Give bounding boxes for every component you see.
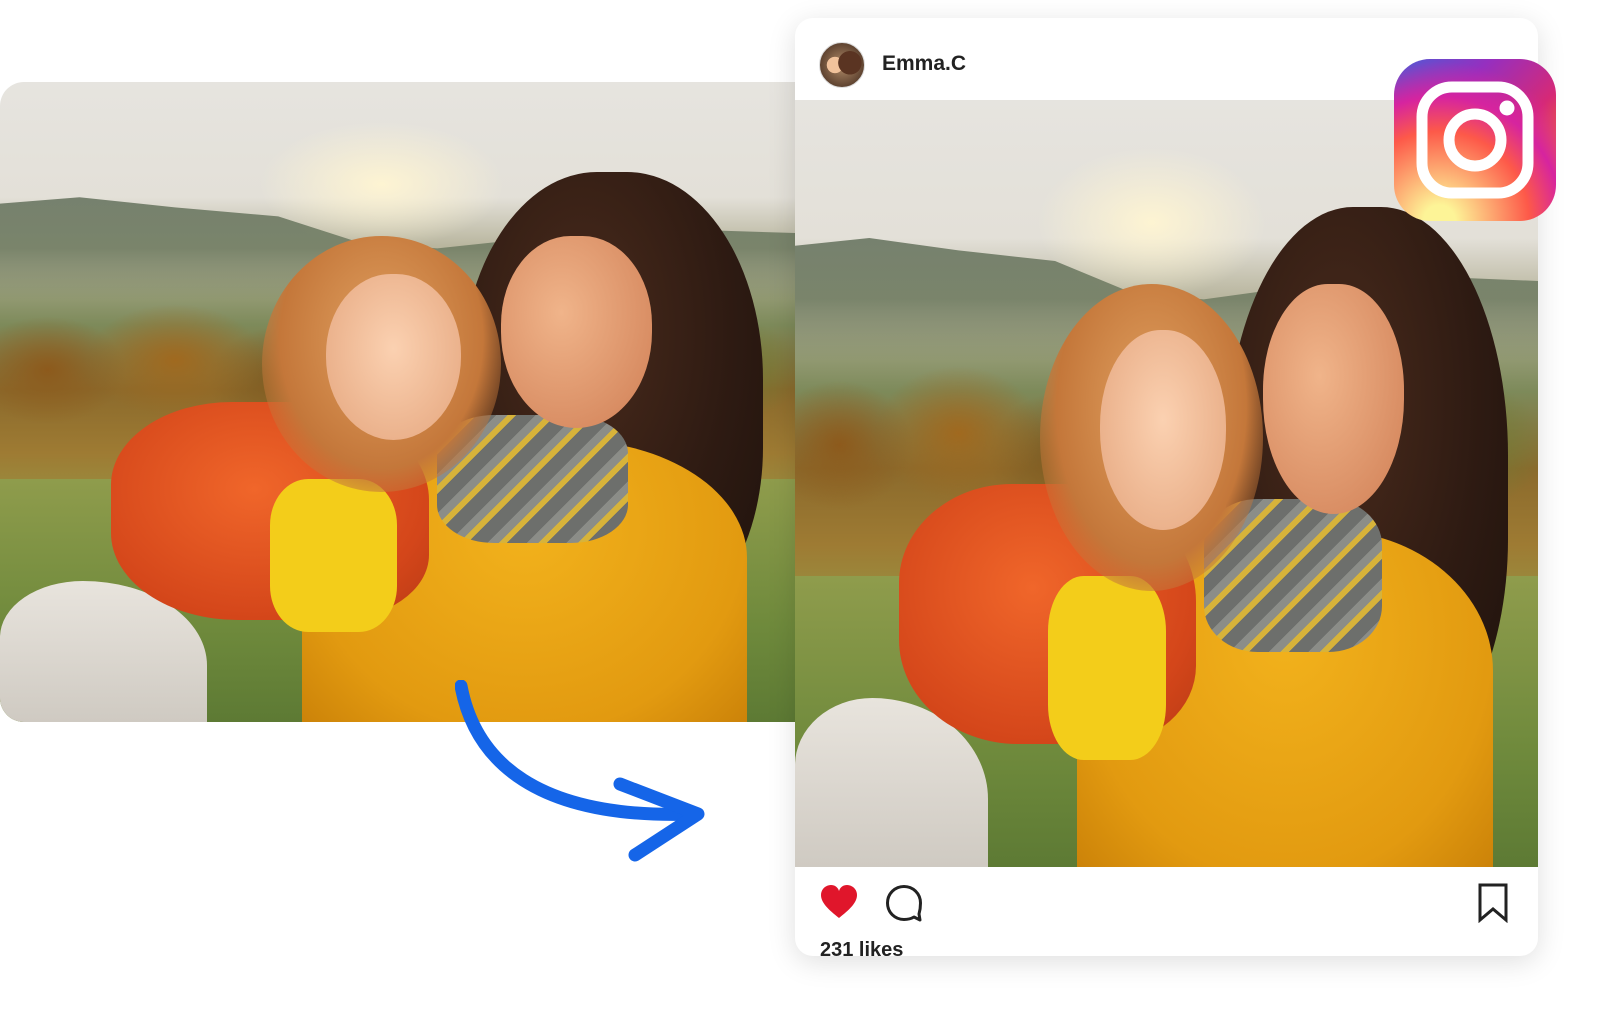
- comment-icon[interactable]: [885, 884, 923, 922]
- bookmark-icon[interactable]: [1477, 883, 1509, 923]
- curved-arrow-icon: [455, 680, 705, 862]
- source-photo: [0, 82, 795, 722]
- instagram-logo-icon: [1394, 59, 1556, 221]
- avatar[interactable]: [819, 42, 865, 88]
- username[interactable]: Emma.C: [882, 52, 966, 76]
- heart-icon[interactable]: [819, 884, 859, 920]
- post-action-bar: 231 likes: [795, 867, 1538, 956]
- likes-count[interactable]: 231 likes: [820, 939, 903, 956]
